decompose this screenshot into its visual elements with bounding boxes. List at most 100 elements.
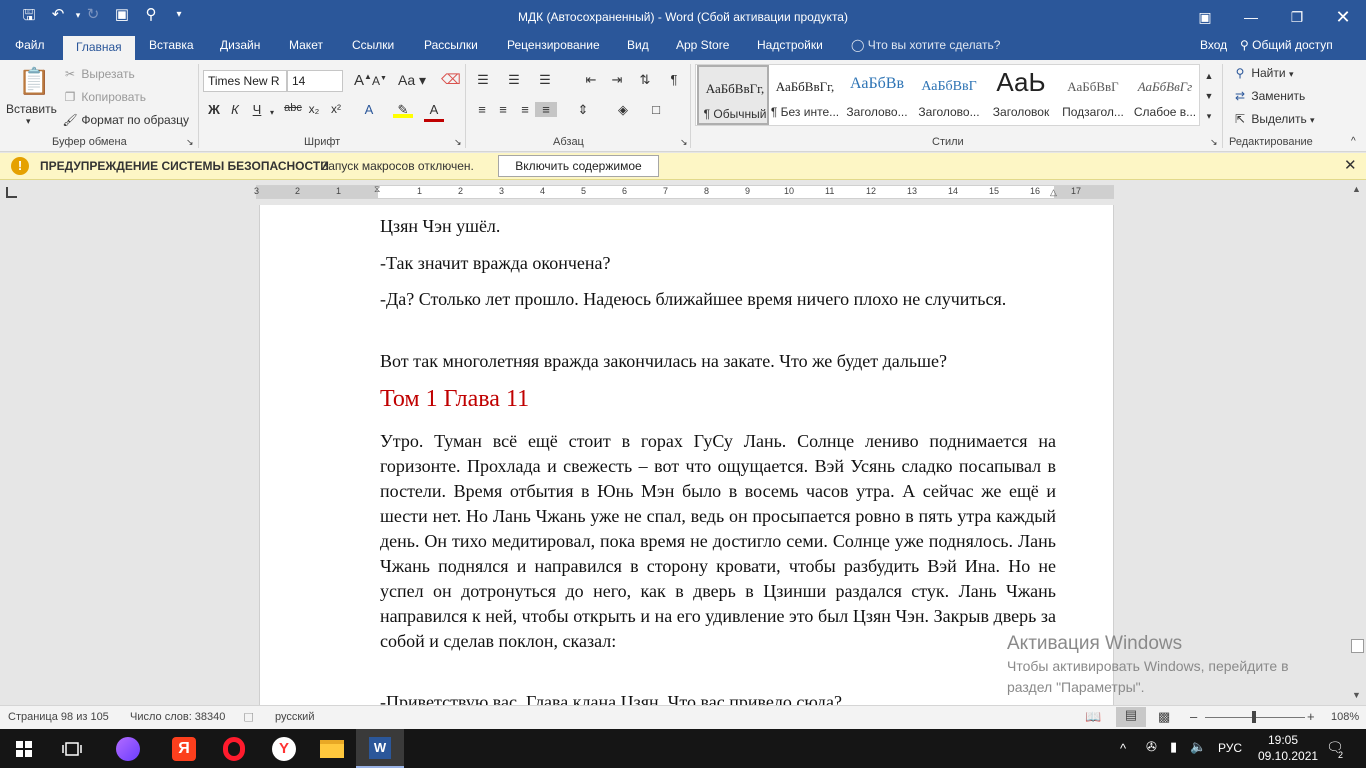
select-button[interactable]: ⇱ Выделить ▾ xyxy=(1232,112,1315,126)
gallery-scroll-icon[interactable]: ▲ ▼ ▾ xyxy=(1202,66,1216,126)
chevron-up-icon[interactable]: ^ xyxy=(1120,741,1126,756)
dialog-launcher-icon[interactable]: ↘ xyxy=(186,137,194,148)
italic-icon[interactable]: К xyxy=(225,102,245,117)
style-no-spacing[interactable]: АаБбВвГг, ¶ Без инте... xyxy=(769,65,841,125)
word-count[interactable]: Число слов: 38340 xyxy=(130,711,225,723)
subscript-icon[interactable]: x₂ xyxy=(304,102,324,116)
signin-link[interactable]: Вход xyxy=(1200,38,1227,52)
network-icon[interactable]: ✇ xyxy=(1146,739,1157,755)
tab-design[interactable]: Дизайн xyxy=(220,38,260,52)
shrink-font-icon[interactable]: A▼ xyxy=(372,74,387,88)
tab-addins[interactable]: Надстройки xyxy=(757,38,823,52)
highlight-icon[interactable]: ✎ xyxy=(393,102,413,118)
zoom-level[interactable]: 108% xyxy=(1331,711,1359,723)
chevron-down-icon[interactable]: ▾ xyxy=(262,108,282,117)
dialog-launcher-icon[interactable]: ↘ xyxy=(1210,137,1218,148)
task-view-icon[interactable] xyxy=(48,729,96,768)
style-heading-2[interactable]: АаБбВвГ Заголово... xyxy=(913,65,985,125)
grow-font-icon[interactable]: A▲ xyxy=(354,72,372,89)
strikethrough-icon[interactable]: abc xyxy=(283,102,303,114)
dialog-launcher-icon[interactable]: ↘ xyxy=(454,137,462,148)
battery-icon[interactable]: ▮ xyxy=(1170,739,1177,755)
justify-icon[interactable]: ≡ xyxy=(535,102,557,117)
paste-icon[interactable]: 📋 xyxy=(18,66,50,97)
vertical-scrollbar[interactable]: ▲ ▼ xyxy=(1349,183,1366,705)
tab-insert[interactable]: Вставка xyxy=(149,38,194,52)
sort-icon[interactable]: ⇅ xyxy=(634,72,656,88)
paragraph[interactable]: -Так значит вражда окончена? xyxy=(380,251,1056,276)
line-spacing-icon[interactable]: ⇕ xyxy=(572,102,594,118)
replace-button[interactable]: ⇄ Заменить xyxy=(1232,89,1305,103)
shading-icon[interactable]: ◈ xyxy=(612,102,634,118)
tab-file[interactable]: Файл xyxy=(15,38,45,52)
opera-icon[interactable] xyxy=(210,729,258,768)
bold-icon[interactable]: Ж xyxy=(204,102,224,117)
superscript-icon[interactable]: x² xyxy=(326,102,346,116)
style-normal[interactable]: АаБбВвГг, ¶ Обычный xyxy=(697,65,769,125)
style-subtle-emphasis[interactable]: АаБбВвГг Слабое в... xyxy=(1129,65,1201,125)
enable-content-button[interactable]: Включить содержимое xyxy=(498,155,659,177)
horizontal-ruler[interactable]: 3 2 1 1 2 3 4 5 6 7 8 9 10 11 12 13 14 1… xyxy=(254,184,1114,199)
chapter-heading[interactable]: Том 1 Глава 11 xyxy=(380,386,529,413)
volume-icon[interactable]: 🔈 xyxy=(1190,739,1206,755)
language-indicator[interactable]: РУС xyxy=(1218,741,1242,755)
start-icon[interactable] xyxy=(0,729,48,768)
clear-format-icon[interactable]: ⌫ xyxy=(441,71,461,88)
style-subtitle[interactable]: АаБбВвГ Подзагол... xyxy=(1057,65,1129,125)
scroll-thumb[interactable] xyxy=(1351,639,1364,653)
tab-mailings[interactable]: Рассылки xyxy=(424,38,478,52)
zoom-in-icon[interactable]: + xyxy=(1307,709,1315,724)
paragraph[interactable]: Вот так многолетняя вражда закончилась н… xyxy=(380,349,1056,374)
bullets-icon[interactable]: ☰ xyxy=(472,72,494,88)
increase-indent-icon[interactable]: ⇥ xyxy=(606,72,628,88)
proofing-icon[interactable]: 🗆 xyxy=(244,709,254,731)
yandex-browser-icon[interactable]: Y xyxy=(260,729,308,768)
web-layout-icon[interactable]: ▩ xyxy=(1158,709,1170,725)
paragraph[interactable]: -Да? Столько лет прошло. Надеюсь ближайш… xyxy=(380,287,1056,312)
tab-app-store[interactable]: App Store xyxy=(676,38,729,52)
paste-button[interactable]: Вставить xyxy=(6,102,57,116)
font-color-icon[interactable]: A xyxy=(424,102,444,122)
clock[interactable]: 19:05 09.10.2021 xyxy=(1258,732,1318,764)
scroll-up-icon[interactable]: ▲ xyxy=(1352,184,1361,194)
align-center-icon[interactable]: ≡ xyxy=(492,102,514,117)
decrease-indent-icon[interactable]: ⇤ xyxy=(580,72,602,88)
font-size-box[interactable]: 14 xyxy=(287,70,343,92)
copy-button[interactable]: ❐ Копировать xyxy=(62,90,146,104)
paragraph[interactable]: Утро. Туман всё ещё стоит в горах ГуСу Л… xyxy=(380,429,1056,654)
paragraph[interactable]: Цзян Чэн ушёл. xyxy=(380,214,1056,239)
zoom-out-icon[interactable]: – xyxy=(1190,709,1197,724)
style-heading-1[interactable]: АаБбВв Заголово... xyxy=(841,65,913,125)
alice-icon[interactable] xyxy=(104,729,152,768)
numbering-icon[interactable]: ☰ xyxy=(503,72,525,88)
style-title[interactable]: АаЬ Заголовок xyxy=(985,65,1057,125)
word-icon[interactable]: W xyxy=(356,729,404,768)
tab-references[interactable]: Ссылки xyxy=(352,38,394,52)
indent-marker-icon[interactable]: ⧖ xyxy=(374,184,380,195)
minimize-icon[interactable]: — xyxy=(1228,0,1274,34)
tab-home[interactable]: Главная xyxy=(63,36,135,60)
font-name-box[interactable]: Times New R xyxy=(203,70,287,92)
scroll-down-icon[interactable]: ▼ xyxy=(1352,690,1361,700)
yandex-icon[interactable]: Я xyxy=(160,729,208,768)
align-left-icon[interactable]: ≡ xyxy=(471,102,493,117)
right-indent-icon[interactable]: △ xyxy=(1050,187,1057,198)
language[interactable]: русский xyxy=(275,711,314,723)
close-icon[interactable]: ✕ xyxy=(1344,156,1357,174)
close-icon[interactable]: ✕ xyxy=(1320,0,1366,34)
tell-me-box[interactable]: ◯ Что вы хотите сделать? xyxy=(851,38,1000,52)
chevron-down-icon[interactable]: ▾ xyxy=(26,116,31,127)
show-marks-icon[interactable]: ¶ xyxy=(663,72,685,87)
tab-view[interactable]: Вид xyxy=(627,38,649,52)
file-explorer-icon[interactable] xyxy=(308,729,356,768)
share-button[interactable]: ⚲ Общий доступ xyxy=(1240,38,1333,52)
align-right-icon[interactable]: ≡ xyxy=(514,102,536,117)
cut-button[interactable]: ✂ Вырезать xyxy=(62,67,135,81)
print-layout-icon[interactable]: ▤ xyxy=(1116,707,1146,727)
ribbon-display-icon[interactable]: ▣ xyxy=(1182,0,1228,34)
tab-selector-icon[interactable] xyxy=(6,187,17,198)
text-effects-icon[interactable]: A xyxy=(359,102,379,117)
read-mode-icon[interactable]: 📖 xyxy=(1085,709,1101,725)
zoom-slider-thumb[interactable] xyxy=(1252,711,1256,723)
collapse-ribbon-icon[interactable]: ^ xyxy=(1351,136,1356,147)
